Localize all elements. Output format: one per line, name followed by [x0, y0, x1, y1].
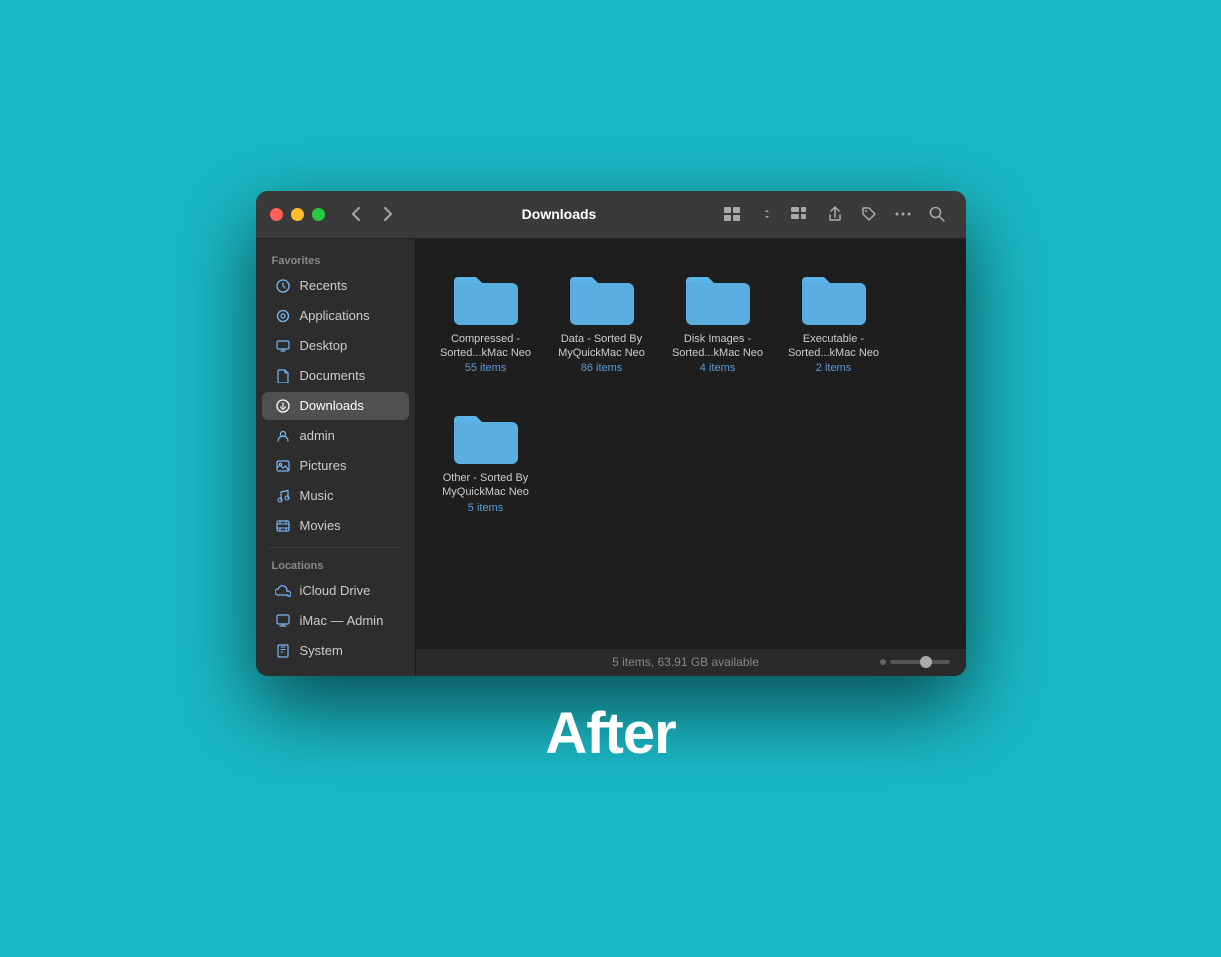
sidebar-item-label: Applications	[300, 308, 370, 323]
applications-icon	[274, 307, 292, 325]
folder-other[interactable]: Other - Sorted By MyQuickMac Neo 5 items	[436, 398, 536, 522]
folder-data[interactable]: Data - Sorted By MyQuickMac Neo 86 items	[552, 259, 652, 383]
zoom-slider[interactable]	[880, 659, 950, 665]
sidebar-divider	[268, 547, 403, 548]
sidebar-item-recents[interactable]: Recents	[262, 272, 409, 300]
finder-window: Downloads	[256, 191, 966, 676]
sidebar-item-movies[interactable]: Movies	[262, 512, 409, 540]
sidebar: Favorites Recents	[256, 239, 416, 676]
sidebar-item-documents[interactable]: Documents	[262, 362, 409, 390]
folder-name-compressed: Compressed - Sorted...kMac Neo	[440, 332, 532, 361]
traffic-lights	[270, 208, 325, 221]
movies-icon	[274, 517, 292, 535]
music-icon	[274, 487, 292, 505]
more-button[interactable]	[888, 201, 918, 227]
sidebar-item-label: Recents	[300, 278, 348, 293]
sidebar-item-label: Desktop	[300, 338, 348, 353]
view-list-button[interactable]	[786, 201, 816, 227]
sidebar-item-label: admin	[300, 428, 335, 443]
recents-icon	[274, 277, 292, 295]
folder-name-other: Other - Sorted By MyQuickMac Neo	[440, 471, 532, 500]
imac-icon	[274, 612, 292, 630]
folder-icon-disk	[682, 267, 754, 327]
favorites-label: Favorites	[256, 249, 415, 271]
downloads-icon	[274, 397, 292, 415]
sidebar-item-imac[interactable]: iMac — Admin	[262, 607, 409, 635]
pictures-icon	[274, 457, 292, 475]
sidebar-item-desktop[interactable]: Desktop	[262, 332, 409, 360]
folder-icon-compressed	[450, 267, 522, 327]
folder-compressed[interactable]: Compressed - Sorted...kMac Neo 55 items	[436, 259, 536, 383]
sidebar-item-label: iCloud Drive	[300, 583, 371, 598]
slider-dot	[880, 659, 886, 665]
folder-count-data: 86 items	[581, 362, 623, 374]
close-button[interactable]	[270, 208, 283, 221]
sidebar-item-label: Movies	[300, 518, 341, 533]
minimize-button[interactable]	[291, 208, 304, 221]
slider-track[interactable]	[890, 660, 950, 664]
folder-icon-executable	[798, 267, 870, 327]
folder-icon-other	[450, 406, 522, 466]
sidebar-item-icloud[interactable]: iCloud Drive	[262, 577, 409, 605]
view-grid-button[interactable]	[718, 201, 748, 227]
back-button[interactable]	[343, 201, 369, 227]
file-grid: Compressed - Sorted...kMac Neo 55 items …	[416, 239, 966, 648]
locations-label: Locations	[256, 554, 415, 576]
file-area: Compressed - Sorted...kMac Neo 55 items …	[416, 239, 966, 676]
forward-button[interactable]	[375, 201, 401, 227]
sidebar-item-admin[interactable]: admin	[262, 422, 409, 450]
titlebar: Downloads	[256, 191, 966, 239]
sidebar-item-label: Pictures	[300, 458, 347, 473]
nav-buttons	[343, 201, 401, 227]
sidebar-item-label: System	[300, 643, 343, 658]
status-text: 5 items, 63.91 GB available	[492, 655, 880, 669]
folder-disk-images[interactable]: Disk Images - Sorted...kMac Neo 4 items	[668, 259, 768, 383]
folder-icon-data	[566, 267, 638, 327]
folder-count-executable: 2 items	[816, 362, 851, 374]
sidebar-item-label: Music	[300, 488, 334, 503]
slider-thumb	[920, 656, 932, 668]
documents-icon	[274, 367, 292, 385]
folder-count-other: 5 items	[468, 502, 503, 514]
sidebar-item-label: Documents	[300, 368, 366, 383]
folder-name-disk: Disk Images - Sorted...kMac Neo	[672, 332, 764, 361]
status-bar: 5 items, 63.91 GB available	[416, 648, 966, 676]
admin-icon	[274, 427, 292, 445]
sidebar-item-system[interactable]: System	[262, 637, 409, 665]
folder-name-data: Data - Sorted By MyQuickMac Neo	[556, 332, 648, 361]
folder-executable[interactable]: Executable - Sorted...kMac Neo 2 items	[784, 259, 884, 383]
page-wrapper: Downloads	[256, 191, 966, 767]
sidebar-item-label: iMac — Admin	[300, 613, 384, 628]
desktop-icon	[274, 337, 292, 355]
finder-body: Favorites Recents	[256, 239, 966, 676]
system-icon	[274, 642, 292, 660]
sidebar-item-applications[interactable]: Applications	[262, 302, 409, 330]
icloud-icon	[274, 582, 292, 600]
view-options-button[interactable]	[752, 201, 782, 227]
folder-count-disk: 4 items	[700, 362, 735, 374]
sidebar-item-downloads[interactable]: Downloads	[262, 392, 409, 420]
maximize-button[interactable]	[312, 208, 325, 221]
sidebar-item-label: Downloads	[300, 398, 364, 413]
sidebar-item-music[interactable]: Music	[262, 482, 409, 510]
search-button[interactable]	[922, 201, 952, 227]
tag-button[interactable]	[854, 201, 884, 227]
sidebar-item-pictures[interactable]: Pictures	[262, 452, 409, 480]
folder-count-compressed: 55 items	[465, 362, 507, 374]
folder-name-executable: Executable - Sorted...kMac Neo	[788, 332, 880, 361]
toolbar-actions	[718, 201, 952, 227]
after-label: After	[545, 700, 675, 767]
share-button[interactable]	[820, 201, 850, 227]
window-title: Downloads	[401, 206, 718, 222]
